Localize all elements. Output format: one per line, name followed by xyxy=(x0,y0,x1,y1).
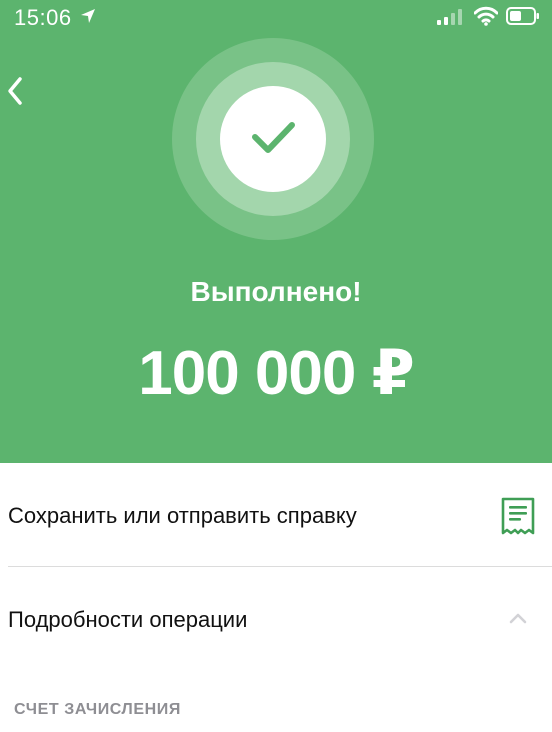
document-icon xyxy=(500,496,536,541)
transfer-amount: 100 000 ₽ xyxy=(138,339,414,408)
save-receipt-label: Сохранить или отправить справку xyxy=(8,503,357,528)
operation-details-row[interactable]: Подробности операции xyxy=(0,567,552,671)
save-receipt-row[interactable]: Сохранить или отправить справку xyxy=(0,463,552,567)
status-title: Выполнено! xyxy=(190,276,362,307)
battery-icon xyxy=(506,7,540,30)
cellular-signal-icon xyxy=(436,8,464,31)
wifi-icon xyxy=(473,6,499,31)
chevron-left-icon xyxy=(8,77,22,105)
success-badge xyxy=(172,38,374,240)
badge-disc xyxy=(220,86,326,192)
checkmark-icon xyxy=(252,122,295,153)
success-header: 15:06 Выполнено! 100 000 ₽ xyxy=(0,0,552,463)
status-time: 15:06 xyxy=(14,5,72,30)
section-title-account: СЧЕТ ЗАЧИСЛЕНИЯ xyxy=(14,701,181,718)
back-button[interactable] xyxy=(0,70,40,110)
location-arrow-icon xyxy=(80,8,96,29)
chevron-up-icon xyxy=(508,611,528,630)
status-bar: 15:06 xyxy=(0,0,552,40)
operation-details-label: Подробности операции xyxy=(8,607,248,632)
